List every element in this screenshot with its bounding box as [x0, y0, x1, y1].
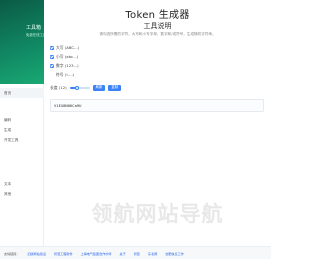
sidebar-item-devtools[interactable]: 开发工具 — [0, 138, 44, 143]
footer-link[interactable]: 智慧 — [134, 251, 140, 256]
sidebar-item-text[interactable]: 文本 — [0, 182, 44, 187]
brand-title: 工具箱 — [26, 25, 42, 31]
length-slider[interactable] — [69, 85, 90, 91]
page-description: 请勾选所需的字符，大写和小写字母，数字和/或符号，生成随机字符串。 — [99, 32, 216, 36]
main-panel: Token 生成器 工具说明 请勾选所需的字符，大写和小写字母，数字和/或符号，… — [44, 0, 271, 259]
footer-label: 友情链接： — [4, 251, 20, 256]
footer-link[interactable]: 上海电气集团合作伙伴 — [81, 251, 112, 256]
option-symbols[interactable]: 符号 (!-...) — [56, 72, 74, 78]
page-subtitle: 工具说明 — [143, 22, 172, 30]
option-digits[interactable]: 数字 (123...) — [50, 63, 79, 69]
watermark: 领航网站导航 — [91, 202, 224, 226]
footer-link[interactable]: 东北网 — [148, 251, 157, 256]
footer-link[interactable]: 旧版网站建设 — [27, 251, 46, 256]
checkbox-checked-icon[interactable] — [50, 64, 54, 68]
footer-link[interactable]: 合肥信息工作 — [165, 251, 184, 256]
page-title: Token 生成器 — [125, 10, 190, 21]
footer-link[interactable]: 智慧工程软件 — [54, 251, 73, 256]
sidebar-item-encode[interactable]: 编码 — [0, 118, 44, 123]
footer-link[interactable]: 关于 — [120, 251, 126, 256]
sidebar-item-home[interactable]: 首页 — [0, 88, 44, 98]
refresh-button[interactable]: 刷新 — [92, 85, 106, 92]
sidebar-item-other[interactable]: 其他 — [0, 192, 44, 197]
option-lowercase-label: 小写 (abc...) — [56, 54, 79, 59]
option-uppercase-label: 大写 (ABC...) — [56, 45, 80, 50]
token-output[interactable]: V1EX8N0KCa9U — [50, 99, 264, 112]
footer: 友情链接： 旧版网站建设 智慧工程软件 上海电气集团合作伙伴 关于 智慧 东北网… — [0, 246, 271, 259]
checkbox-checked-icon[interactable] — [50, 46, 54, 50]
option-uppercase[interactable]: 大写 (ABC...) — [50, 45, 79, 51]
option-digits-label: 数字 (123...) — [56, 63, 79, 68]
length-label: 长度 (12) — [50, 85, 67, 91]
sidebar: 工具箱 免费在线工具箱 · 工作者 首页 编码 生成 开发工具 文本 其他 — [0, 0, 63, 259]
sidebar-item-generate[interactable]: 生成 — [0, 128, 44, 133]
brand-banner[interactable]: 工具箱 免费在线工具箱 · 工作者 — [0, 0, 63, 84]
length-row: 长度 (12) 刷新 复制 — [50, 85, 122, 92]
copy-button[interactable]: 复制 — [108, 85, 122, 92]
length-slider-thumb[interactable] — [74, 85, 80, 91]
option-lowercase[interactable]: 小写 (abc...) — [50, 54, 78, 60]
checkbox-checked-icon[interactable] — [50, 55, 54, 59]
